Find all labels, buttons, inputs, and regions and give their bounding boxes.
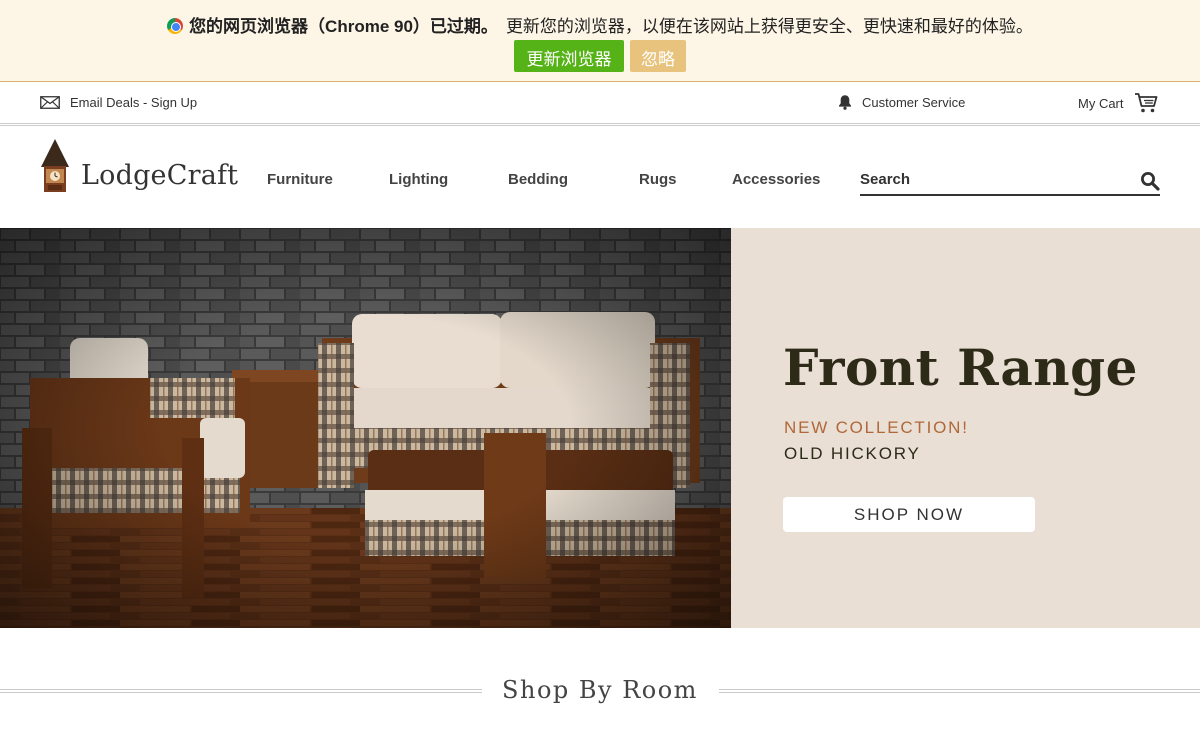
nav-rugs[interactable]: Rugs [639, 171, 677, 188]
browser-update-banner: 您的网页浏览器（Chrome 90）已过期。 更新您的浏览器，以便在该网站上获得更… [0, 0, 1200, 82]
shop-now-button[interactable]: SHOP NOW [783, 497, 1035, 532]
nav-lighting[interactable]: Lighting [389, 171, 448, 188]
logo[interactable]: LodgeCraft [40, 139, 238, 193]
my-cart-label: My Cart [1078, 95, 1124, 111]
shop-by-room-heading: Shop By Room [502, 676, 698, 704]
cart-icon [1134, 93, 1157, 113]
bell-icon [839, 95, 851, 110]
hero-image[interactable] [0, 228, 731, 628]
logo-text: LodgeCraft [81, 160, 239, 191]
email-deals-link[interactable]: Email Deals - Sign Up [40, 95, 197, 110]
utility-bar: Email Deals - Sign Up Customer Service M… [0, 82, 1200, 126]
nav-bedding[interactable]: Bedding [508, 171, 568, 188]
my-cart-link[interactable]: My Cart [1078, 92, 1158, 114]
hero-banner: Front Range NEW COLLECTION! OLD HICKORY … [0, 228, 1200, 628]
customer-service-label: Customer Service [862, 94, 966, 110]
email-deals-label: Email Deals - Sign Up [70, 95, 198, 110]
search-box [860, 171, 1160, 196]
update-browser-button[interactable]: 更新浏览器 [514, 40, 624, 72]
nav-accessories[interactable]: Accessories [732, 171, 820, 188]
envelope-icon [40, 96, 60, 109]
hero-panel: Front Range NEW COLLECTION! OLD HICKORY … [731, 228, 1200, 628]
update-text: 更新您的浏览器，以便在该网站上获得更安全、更快速和最好的体验。 [505, 17, 1033, 36]
update-message: 您的网页浏览器（Chrome 90）已过期。 更新您的浏览器，以便在该网站上获得更… [0, 12, 1200, 37]
nav-furniture[interactable]: Furniture [267, 171, 333, 188]
customer-service-link[interactable]: Customer Service [838, 94, 965, 110]
search-icon[interactable] [1140, 171, 1160, 191]
hero-title: Front Range [783, 338, 1138, 397]
lodge-clock-logo-icon [41, 139, 69, 192]
chrome-icon [167, 18, 184, 34]
hero-subtitle: OLD HICKORY [784, 444, 921, 463]
living-room-furniture-image [0, 228, 731, 628]
main-header: LodgeCraft Furniture Lighting Bedding Ru… [0, 127, 1200, 228]
ignore-button[interactable]: 忽略 [630, 40, 686, 72]
update-headline: 您的网页浏览器（Chrome 90）已过期。 [189, 17, 498, 36]
hero-kicker: NEW COLLECTION! [784, 418, 969, 437]
search-input[interactable] [860, 171, 1120, 188]
